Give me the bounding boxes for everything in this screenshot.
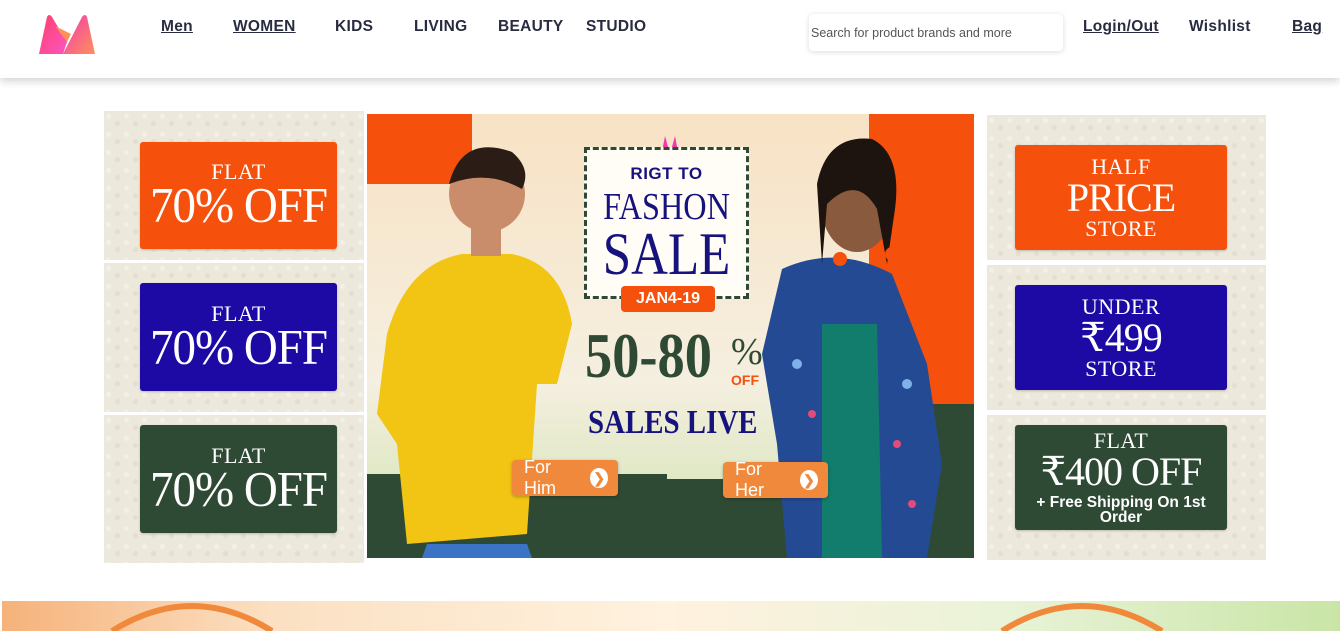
promo-line2: PRICE bbox=[1066, 174, 1176, 220]
nav-studio[interactable]: STUDIO bbox=[586, 18, 646, 36]
discount-range: 50-80 bbox=[585, 320, 712, 391]
login-logout-link[interactable]: Login/Out bbox=[1083, 18, 1159, 36]
promo-tile-flat-70-blue[interactable]: FLAT 70% OFF bbox=[104, 263, 364, 412]
for-her-label: For Her bbox=[735, 459, 765, 500]
promo-card: HALF PRICE STORE bbox=[1015, 145, 1227, 250]
nav-living[interactable]: LIVING bbox=[414, 18, 467, 36]
top-navigation-bar: Men WOMEN KIDS LIVING BEAUTY STUDIO Logi… bbox=[0, 0, 1340, 78]
promo-card: UNDER ₹499 STORE bbox=[1015, 285, 1227, 390]
sale-date-badge: JAN4-19 bbox=[621, 286, 715, 312]
promo-tile-flat-70-green[interactable]: FLAT 70% OFF bbox=[104, 415, 364, 563]
promo-line3: + Free Shipping On 1st Order bbox=[1036, 493, 1206, 526]
promo-card: FLAT 70% OFF bbox=[140, 425, 337, 533]
bag-link[interactable]: Bag bbox=[1292, 18, 1322, 36]
next-banner-strip bbox=[2, 601, 1340, 631]
promo-line2: 70% OFF bbox=[149, 320, 328, 375]
sale-tagline: RIGT TO bbox=[630, 164, 703, 183]
wishlist-link[interactable]: Wishlist bbox=[1189, 18, 1251, 36]
promo-tile-half-price-store[interactable]: HALF PRICE STORE bbox=[987, 115, 1266, 260]
for-him-label: For Him bbox=[524, 457, 556, 498]
promo-line3: STORE bbox=[1085, 355, 1157, 381]
hero-sale-banner[interactable]: RIGT TO FASHON SALE JAN4-19 50-80 % OFF … bbox=[367, 114, 974, 558]
promo-line2: 70% OFF bbox=[149, 178, 328, 234]
promo-line3: STORE bbox=[1085, 215, 1157, 241]
promo-card: FLAT ₹400 OFF + Free Shipping On 1st Ord… bbox=[1015, 425, 1227, 530]
nav-beauty[interactable]: BEAUTY bbox=[498, 18, 564, 36]
nav-women[interactable]: WOMEN bbox=[233, 18, 296, 36]
promo-card: FLAT 70% OFF bbox=[140, 142, 337, 249]
for-her-button[interactable]: For Her ❯ bbox=[723, 459, 828, 500]
decorative-arcs bbox=[110, 603, 1164, 631]
nav-men[interactable]: Men bbox=[161, 18, 193, 36]
promo-tile-under-499-store[interactable]: UNDER ₹499 STORE bbox=[987, 265, 1266, 410]
for-him-button[interactable]: For Him ❯ bbox=[512, 457, 618, 498]
promo-line2: 70% OFF bbox=[149, 462, 328, 517]
promo-line2: ₹400 OFF bbox=[1040, 448, 1203, 494]
promo-card: FLAT 70% OFF bbox=[140, 283, 337, 391]
chevron-right-icon: ❯ bbox=[590, 468, 608, 488]
discount-off-label: OFF bbox=[731, 372, 759, 388]
promo-line2: ₹499 bbox=[1080, 314, 1162, 360]
sales-live-text: SALES LIVE bbox=[588, 404, 758, 441]
sale-title-box: RIGT TO FASHON SALE bbox=[584, 147, 749, 299]
sale-title-line2: SALE bbox=[602, 221, 731, 287]
discount-percent-sign: % bbox=[731, 331, 763, 373]
promo-tile-flat-400-off[interactable]: FLAT ₹400 OFF + Free Shipping On 1st Ord… bbox=[987, 415, 1266, 560]
chevron-right-icon: ❯ bbox=[799, 470, 818, 490]
promo-tile-flat-70-orange[interactable]: FLAT 70% OFF bbox=[104, 111, 364, 260]
nav-kids[interactable]: KIDS bbox=[335, 18, 373, 36]
search-input[interactable] bbox=[809, 14, 1063, 51]
myntra-logo-icon[interactable] bbox=[37, 14, 97, 56]
